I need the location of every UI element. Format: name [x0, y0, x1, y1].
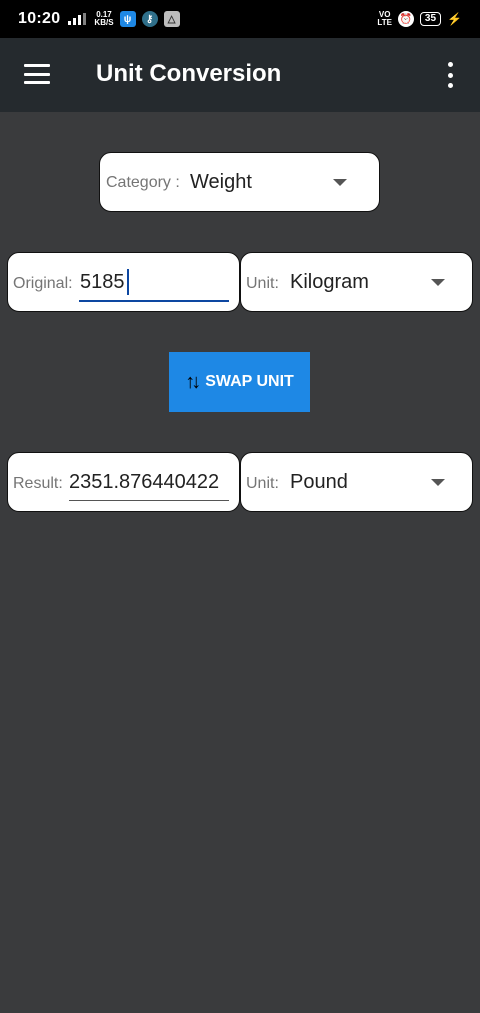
app-bar: Unit Conversion: [0, 38, 480, 112]
volte-bottom: LTE: [377, 18, 392, 27]
original-unit-select[interactable]: Unit: Kilogram: [240, 252, 473, 312]
signal-icon: [68, 13, 87, 25]
volte-icon: VO LTE: [377, 11, 392, 27]
text-cursor: [127, 269, 129, 295]
alarm-icon: ⏰: [397, 11, 414, 27]
menu-icon[interactable]: [24, 64, 50, 84]
net-speed: 0.17 KB/S: [94, 11, 113, 27]
original-unit-label: Unit:: [246, 275, 279, 292]
page-title: Unit Conversion: [96, 60, 282, 87]
original-card: Original: 5185: [7, 252, 240, 312]
status-bar: 10:20 0.17 KB/S ψ ⚷ △ VO LTE ⏰ 35 ⚡: [0, 0, 480, 38]
chevron-down-icon: [431, 479, 445, 486]
result-value: 2351.876440422: [69, 471, 220, 493]
swap-unit-button[interactable]: ↑↓ SWAP UNIT: [169, 352, 310, 412]
chevron-down-icon: [431, 279, 445, 286]
original-underline: [79, 300, 229, 302]
result-unit-label: Unit:: [246, 475, 279, 492]
result-unit-select[interactable]: Unit: Pound: [240, 452, 473, 512]
category-value: Weight: [190, 171, 252, 193]
vpn-key-icon: ⚷: [141, 11, 158, 27]
original-input[interactable]: 5185: [80, 271, 125, 294]
more-options-icon[interactable]: [444, 62, 456, 88]
original-label: Original:: [13, 275, 73, 292]
swap-unit-label: SWAP UNIT: [205, 373, 294, 390]
drive-icon: △: [163, 11, 180, 27]
net-speed-unit: KB/S: [94, 18, 114, 27]
original-unit-value: Kilogram: [290, 271, 369, 293]
status-time: 10:20: [18, 10, 61, 27]
result-label: Result:: [13, 475, 63, 492]
battery-level: 35: [424, 13, 437, 24]
category-label: Category :: [106, 174, 180, 191]
usb-icon: ψ: [119, 11, 136, 27]
battery-icon: 35: [419, 12, 442, 26]
result-underline: [69, 500, 229, 501]
result-unit-value: Pound: [290, 471, 348, 493]
category-select[interactable]: Category : Weight: [99, 152, 380, 212]
chevron-down-icon: [333, 179, 347, 186]
result-card: Result: 2351.876440422: [7, 452, 240, 512]
charging-icon: ⚡: [447, 12, 462, 26]
swap-vertical-icon: ↑↓: [185, 370, 201, 393]
